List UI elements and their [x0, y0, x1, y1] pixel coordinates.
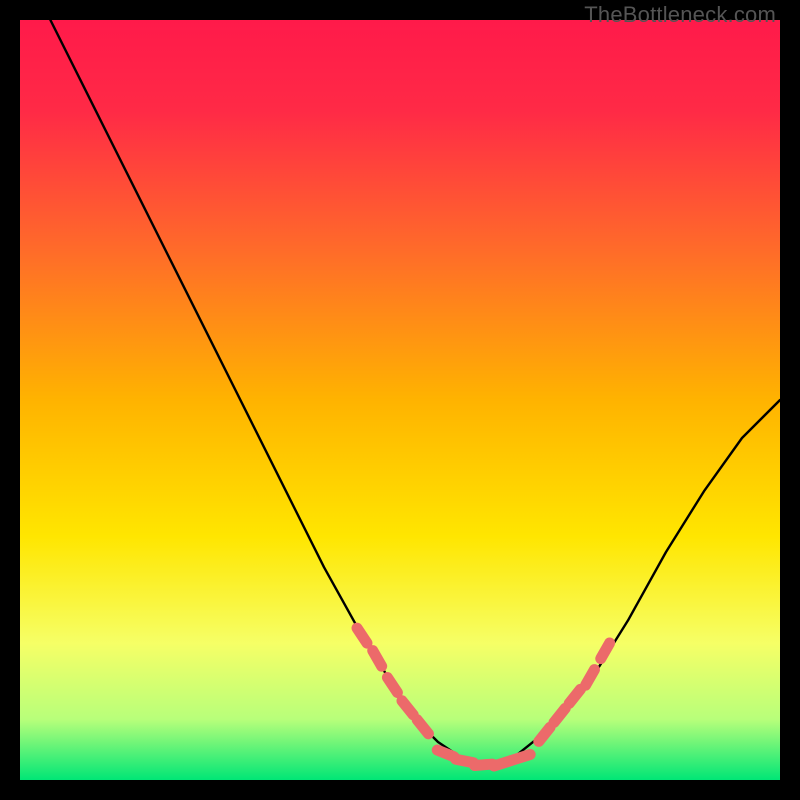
marker-dash [513, 754, 530, 759]
marker-dash [373, 651, 382, 667]
marker-dash [586, 670, 595, 686]
chart-svg [20, 20, 780, 780]
marker-dash [437, 750, 454, 757]
marker-dash [601, 643, 610, 659]
watermark-text: TheBottleneck.com [584, 2, 776, 28]
chart-frame [20, 20, 780, 780]
gradient-background [20, 20, 780, 780]
